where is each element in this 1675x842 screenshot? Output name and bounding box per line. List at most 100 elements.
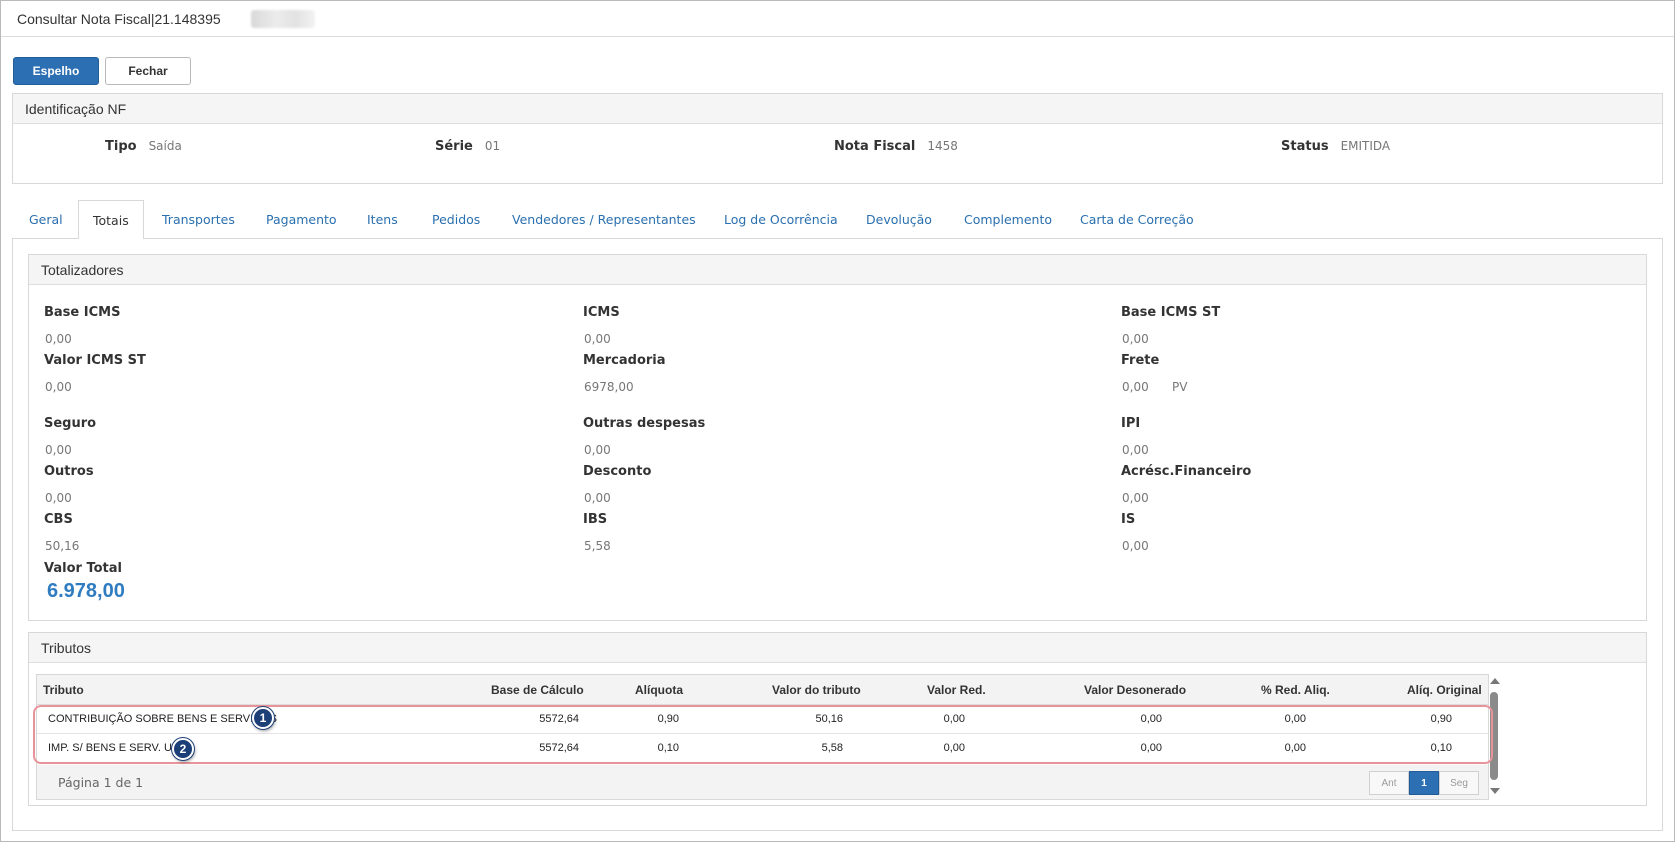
base-icms-label: Base ICMS <box>44 305 121 320</box>
row-pct-red: 0,00 <box>1284 713 1306 725</box>
icms-value: 0,00 <box>584 332 611 346</box>
seguro-value: 0,00 <box>45 443 72 457</box>
is-value: 0,00 <box>1122 539 1149 553</box>
outros-value: 0,00 <box>45 491 72 505</box>
totalizadores-panel: Totalizadores <box>28 254 1647 621</box>
tab-log-ocorrencia[interactable]: Log de Ocorrência <box>724 200 838 239</box>
window-title: Consultar Nota Fiscal|21.148395 <box>17 11 221 27</box>
tab-transportes[interactable]: Transportes <box>162 200 235 239</box>
valor-icms-st-label: Valor ICMS ST <box>44 353 146 368</box>
col-tributo[interactable]: Tributo <box>43 683 84 697</box>
tab-vendedores[interactable]: Vendedores / Representantes <box>512 200 696 239</box>
col-aliquota[interactable]: Alíquota <box>635 683 683 697</box>
acresc-financeiro-value: 0,00 <box>1122 491 1149 505</box>
next-page-button[interactable]: Seg <box>1439 771 1479 795</box>
table-row[interactable]: IMP. S/ BENS E SERV. UF 5572,64 0,10 5,5… <box>37 734 1488 763</box>
tab-bar: Geral Totais Transportes Pagamento Itens… <box>12 200 1663 240</box>
callout-badge-1: 1 <box>252 707 274 729</box>
row-original: 0,90 <box>1430 713 1452 725</box>
is-label: IS <box>1121 512 1136 527</box>
col-base-calculo[interactable]: Base de Cálculo <box>491 683 584 697</box>
tab-totais[interactable]: Totais <box>78 200 144 240</box>
tab-carta-correcao[interactable]: Carta de Correção <box>1080 200 1194 239</box>
col-valor-desonerado[interactable]: Valor Desonerado <box>1084 683 1186 697</box>
tipo-value: Saída <box>148 139 182 153</box>
scroll-up-icon[interactable] <box>1490 678 1500 684</box>
col-valor-tributo[interactable]: Valor do tributo <box>772 683 861 697</box>
vertical-scrollbar[interactable] <box>1488 676 1502 796</box>
row-base: 5572,64 <box>539 742 579 754</box>
cbs-value: 50,16 <box>45 539 80 553</box>
base-icms-value: 0,00 <box>45 332 72 346</box>
fechar-button[interactable]: Fechar <box>105 57 191 85</box>
row-tributo: CONTRIBUIÇÃO SOBRE BENS E SERVIÇOS <box>48 713 278 725</box>
row-original: 0,10 <box>1430 742 1452 754</box>
row-aliquota: 0,10 <box>657 742 679 754</box>
scroll-thumb[interactable] <box>1490 692 1498 780</box>
tab-devolucao[interactable]: Devolução <box>866 200 932 239</box>
tipo-label: Tipo <box>105 139 137 154</box>
tab-pagamento[interactable]: Pagamento <box>266 200 337 239</box>
serie-label: Série <box>435 139 473 154</box>
nota-fiscal-label: Nota Fiscal <box>834 139 916 154</box>
ibs-label: IBS <box>583 512 608 527</box>
valor-icms-st-value: 0,00 <box>45 380 72 394</box>
valor-total-value: 6.978,00 <box>47 580 125 602</box>
tipo-field: Tipo Saída <box>105 139 182 154</box>
scroll-down-icon[interactable] <box>1490 788 1500 794</box>
row-desonerado: 0,00 <box>1140 742 1162 754</box>
prev-page-button[interactable]: Ant <box>1369 771 1409 795</box>
title-bar: Consultar Nota Fiscal|21.148395 <box>1 1 1674 37</box>
row-desonerado: 0,00 <box>1140 713 1162 725</box>
ipi-value: 0,00 <box>1122 443 1149 457</box>
ibs-value: 5,58 <box>584 539 611 553</box>
seguro-label: Seguro <box>44 416 97 431</box>
serie-value: 01 <box>484 139 501 153</box>
nota-fiscal-field: Nota Fiscal 1458 <box>834 139 958 154</box>
row-pct-red: 0,00 <box>1284 742 1306 754</box>
row-base: 5572,64 <box>539 713 579 725</box>
tab-complemento[interactable]: Complemento <box>964 200 1052 239</box>
frete-suffix: PV <box>1172 380 1188 394</box>
totalizadores-header: Totalizadores <box>29 255 1646 285</box>
outros-label: Outros <box>44 464 94 479</box>
mercadoria-label: Mercadoria <box>583 353 666 368</box>
frete-label: Frete <box>1121 353 1160 368</box>
row-red: 0,00 <box>943 742 965 754</box>
identificacao-panel: Identificação NF Tipo Saída Série 01 Not… <box>12 93 1663 184</box>
acresc-financeiro-label: Acrésc.Financeiro <box>1121 464 1252 479</box>
redacted-blur <box>251 10 315 28</box>
espelho-button[interactable]: Espelho <box>13 57 99 85</box>
identificacao-header: Identificação NF <box>13 94 1662 124</box>
current-page-button[interactable]: 1 <box>1409 771 1439 795</box>
tributos-table: Tributo Base de Cálculo Alíquota Valor d… <box>36 674 1489 800</box>
callout-badge-2: 2 <box>172 738 194 760</box>
tab-geral[interactable]: Geral <box>29 200 63 239</box>
ipi-label: IPI <box>1121 416 1141 431</box>
mercadoria-value: 6978,00 <box>584 380 634 394</box>
status-value: EMITIDA <box>1340 139 1391 153</box>
outras-despesas-label: Outras despesas <box>583 416 706 431</box>
tab-itens[interactable]: Itens <box>367 200 398 239</box>
base-icms-st-value: 0,00 <box>1122 332 1149 346</box>
col-valor-red[interactable]: Valor Red. <box>927 683 986 697</box>
table-footer: Página 1 de 1 Ant 1 Seg <box>37 765 1488 799</box>
desconto-value: 0,00 <box>584 491 611 505</box>
page-info: Página 1 de 1 <box>58 775 144 790</box>
table-header: Tributo Base de Cálculo Alíquota Valor d… <box>37 675 1488 705</box>
valor-total-label: Valor Total <box>44 561 122 576</box>
row-tributo: IMP. S/ BENS E SERV. UF <box>48 742 179 754</box>
desconto-label: Desconto <box>583 464 652 479</box>
tributos-header: Tributos <box>29 633 1646 663</box>
base-icms-st-label: Base ICMS ST <box>1121 305 1221 320</box>
col-pct-red-aliq[interactable]: % Red. Aliq. <box>1261 683 1330 697</box>
status-field: Status EMITIDA <box>1281 139 1390 154</box>
tab-pedidos[interactable]: Pedidos <box>432 200 480 239</box>
status-label: Status <box>1281 139 1329 154</box>
col-aliq-original[interactable]: Alíq. Original <box>1407 683 1482 697</box>
row-valor: 5,58 <box>821 742 843 754</box>
row-valor: 50,16 <box>815 713 843 725</box>
icms-label: ICMS <box>583 305 620 320</box>
serie-field: Série 01 <box>435 139 500 154</box>
nota-fiscal-value: 1458 <box>927 139 958 153</box>
